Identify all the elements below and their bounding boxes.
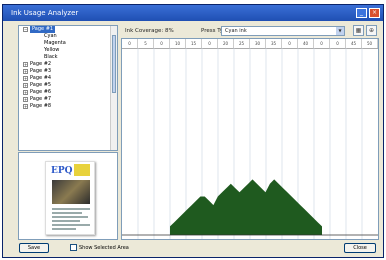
save-button[interactable]: Save <box>19 243 49 253</box>
tree-scrollbar[interactable] <box>110 26 117 150</box>
expand-icon[interactable]: + <box>23 83 28 88</box>
checkbox-box[interactable] <box>70 244 77 251</box>
tree-item-page[interactable]: + Page #3 <box>19 68 117 75</box>
bottom-bar: Save Show Selected Area Close <box>16 243 378 253</box>
tree-item-label: Page #8 <box>30 103 52 109</box>
tree-item-label: Page #7 <box>30 96 52 102</box>
ink-usage-graph: 0 5 0 10 15 0 20 25 30 35 0 40 0 0 45 50 <box>121 38 379 240</box>
ruler-tick: 45 <box>346 39 362 48</box>
tree-item-page[interactable]: + Page #7 <box>19 96 117 103</box>
expand-icon[interactable]: + <box>23 76 28 81</box>
tree-item-label: Page #2 <box>30 61 52 67</box>
grid-icon[interactable]: ▦ <box>353 25 364 36</box>
ruler-tick: 0 <box>202 39 218 48</box>
tree-item-page[interactable]: − Page #1 <box>19 26 117 33</box>
tree-item-label: Page #5 <box>30 82 52 88</box>
press-type-select[interactable]: Cyan ink ▼ <box>221 26 345 36</box>
ruler-tick: 0 <box>282 39 298 48</box>
press-type-value: Cyan ink <box>225 28 247 34</box>
ruler-tick: 0 <box>330 39 346 48</box>
tree-item-label: Page #1 <box>30 26 56 33</box>
expand-icon[interactable]: + <box>23 90 28 95</box>
ruler-tick: 0 <box>314 39 330 48</box>
ruler-tick: 25 <box>234 39 250 48</box>
tree-item-page[interactable]: + Page #2 <box>19 61 117 68</box>
tree-item-ink[interactable]: Magenta <box>19 40 117 47</box>
ruler-tick: 0 <box>122 39 138 48</box>
tree-item-label: Page #6 <box>30 89 52 95</box>
tree-item-label: Yellow <box>44 47 60 53</box>
show-selected-label: Show Selected Area <box>79 244 129 251</box>
tree-item-ink[interactable]: Black <box>19 54 117 61</box>
page-tree[interactable]: − Page #1 Cyan Magenta Yellow Black + Page #2 + P… <box>18 25 118 151</box>
ruler-tick: 0 <box>154 39 170 48</box>
tree-item-page[interactable]: + Page #8 <box>19 103 117 110</box>
ruler-tick: 30 <box>250 39 266 48</box>
ink-usage-chart <box>122 48 378 239</box>
ruler-tick: 5 <box>138 39 154 48</box>
tree-item-ink[interactable]: Cyan <box>19 33 117 40</box>
expand-icon[interactable]: + <box>23 97 28 102</box>
window-title: Ink Usage Analyzer <box>11 9 79 17</box>
thumbnail-photo <box>52 180 90 204</box>
tree-item-label: Black <box>44 54 58 60</box>
expand-icon[interactable]: + <box>23 69 28 74</box>
expand-icon[interactable]: + <box>23 62 28 67</box>
ruler-tick: 35 <box>266 39 282 48</box>
ruler-tick: 50 <box>362 39 378 48</box>
tree-item-ink[interactable]: Yellow <box>19 47 117 54</box>
tree-item-label: Page #4 <box>30 75 52 81</box>
zoom-icon[interactable]: ⊕ <box>366 25 377 36</box>
ink-usage-area <box>170 179 322 235</box>
tree-item-label: Magenta <box>44 40 66 46</box>
thumbnail-headline-highlight <box>74 164 90 176</box>
close-button[interactable]: Close <box>344 243 376 253</box>
ruler-tick: 20 <box>218 39 234 48</box>
ruler-tick: 15 <box>186 39 202 48</box>
scrollbar-thumb[interactable] <box>112 35 116 93</box>
ruler-tick: 10 <box>170 39 186 48</box>
page-thumbnail: EPQ Ex <box>45 161 95 235</box>
ink-coverage-label: Ink Coverage: 8% <box>125 28 174 34</box>
chevron-down-icon[interactable]: ▼ <box>336 27 344 35</box>
ruler-tick: 40 <box>298 39 314 48</box>
collapse-icon[interactable]: − <box>23 27 28 32</box>
tree-item-page[interactable]: + Page #4 <box>19 75 117 82</box>
tree-item-label: Cyan <box>44 33 57 39</box>
tree-item-page[interactable]: + Page #6 <box>19 89 117 96</box>
expand-icon[interactable]: + <box>23 104 28 109</box>
minimize-icon[interactable]: _ <box>356 8 367 18</box>
tree-item-label: Page #3 <box>30 68 52 74</box>
close-icon[interactable]: × <box>369 8 380 18</box>
toolbar: Ink Coverage: 8% Press Type: Cyan ink ▼ … <box>121 25 379 37</box>
tree-item-page[interactable]: + Page #5 <box>19 82 117 89</box>
page-preview: EPQ Ex <box>18 152 118 240</box>
title-bar: Ink Usage Analyzer _ × <box>3 5 383 21</box>
show-selected-checkbox[interactable]: Show Selected Area <box>70 244 129 251</box>
